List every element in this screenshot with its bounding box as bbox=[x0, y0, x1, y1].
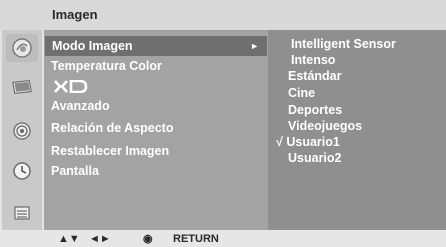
ok-button-icon: ◉ bbox=[143, 233, 153, 245]
menu-item-label: Restablecer Imagen bbox=[51, 144, 170, 158]
submenu-option-intelligent-sensor[interactable]: Intelligent Sensor bbox=[291, 36, 396, 52]
return-hint: RETURN bbox=[173, 233, 219, 245]
clock-icon[interactable] bbox=[11, 160, 33, 182]
checkmark-icon: √ bbox=[276, 135, 283, 149]
submenu-option-intenso[interactable]: Intenso bbox=[291, 52, 335, 68]
title-bar: Imagen bbox=[0, 0, 446, 30]
screen-icon[interactable] bbox=[11, 76, 33, 98]
menu-item-relacion-aspecto[interactable]: Relación de Aspecto bbox=[44, 118, 268, 138]
modo-imagen-submenu: Intelligent Sensor Intenso Estándar Cine… bbox=[268, 30, 446, 230]
page-title: Imagen bbox=[52, 7, 98, 22]
menu-item-avanzado[interactable]: Avanzado bbox=[44, 96, 268, 116]
menu-item-xd[interactable]: XD bbox=[44, 76, 268, 96]
submenu-option-usuario2[interactable]: Usuario2 bbox=[288, 150, 342, 166]
submenu-option-estandar[interactable]: Estándar bbox=[288, 68, 342, 84]
osd-screen: Imagen Modo Imagen ► Temperatura Color A… bbox=[0, 0, 446, 247]
category-rail bbox=[2, 30, 42, 230]
menu-item-label: Modo Imagen bbox=[52, 39, 133, 53]
options-icon[interactable] bbox=[11, 202, 33, 224]
audio-icon[interactable] bbox=[11, 120, 33, 142]
menu-item-label: Relación de Aspecto bbox=[51, 121, 174, 135]
left-right-arrows-icon: ◄► bbox=[89, 233, 111, 245]
up-down-arrows-icon: ▲▼ bbox=[58, 233, 80, 245]
menu-item-temperatura-color[interactable]: Temperatura Color bbox=[44, 56, 268, 76]
picture-menu: Modo Imagen ► Temperatura Color XD Avanz… bbox=[44, 30, 268, 230]
menu-item-restablecer-imagen[interactable]: Restablecer Imagen bbox=[44, 141, 268, 161]
menu-item-label: Pantalla bbox=[51, 164, 99, 178]
menu-item-label: Avanzado bbox=[51, 99, 110, 113]
submenu-option-deportes[interactable]: Deportes bbox=[288, 102, 342, 118]
submenu-option-cine[interactable]: Cine bbox=[288, 85, 315, 101]
xd-logo-icon bbox=[54, 79, 88, 94]
menu-item-pantalla[interactable]: Pantalla bbox=[44, 161, 268, 181]
submenu-option-videojuegos[interactable]: Videojuegos bbox=[288, 118, 362, 134]
submenu-arrow-icon: ► bbox=[250, 41, 259, 51]
menu-item-modo-imagen[interactable]: Modo Imagen ► bbox=[45, 36, 267, 56]
help-bar: ▲▼ ◄► ◉ RETURN bbox=[0, 230, 446, 247]
picture-icon[interactable] bbox=[6, 34, 38, 62]
submenu-option-usuario1[interactable]: √ Usuario1 bbox=[276, 134, 340, 150]
menu-item-label: Temperatura Color bbox=[51, 59, 162, 73]
